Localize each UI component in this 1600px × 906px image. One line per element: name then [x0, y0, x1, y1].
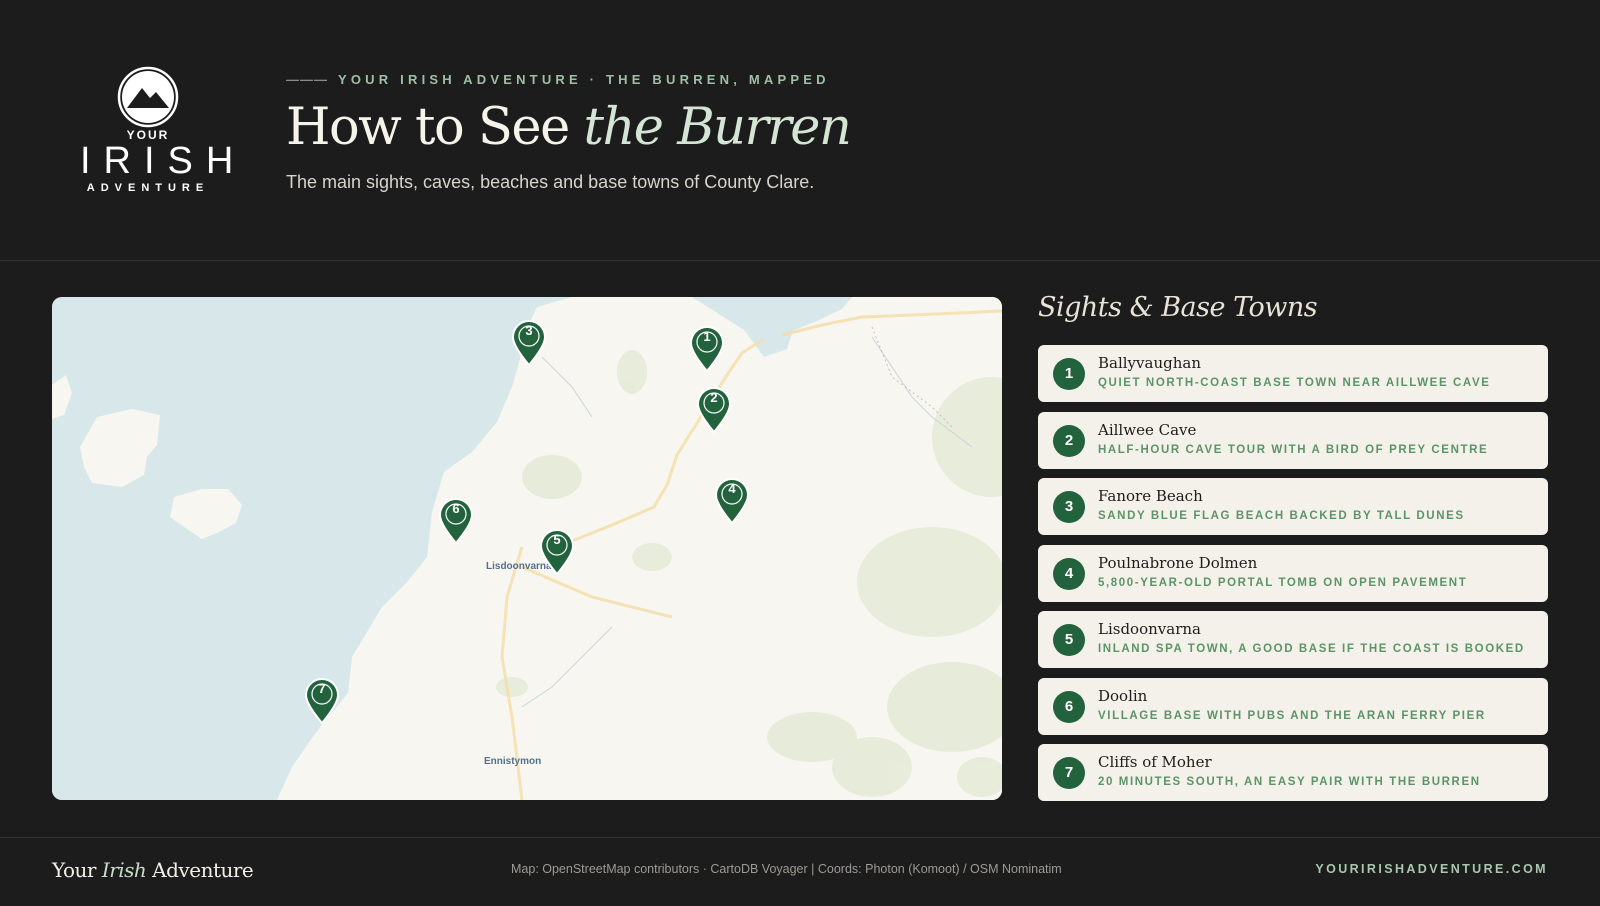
item-description: 5,800-year-old portal tomb on open pavem… [1098, 576, 1468, 589]
item-description: Village base with pubs and the Aran ferr… [1098, 709, 1486, 722]
item-description: Sandy Blue Flag beach backed by tall dun… [1098, 510, 1465, 522]
item-name: Lisdoonvarna [1098, 620, 1201, 638]
list-item[interactable]: 7 Cliffs of Moher 20 minutes south, an e… [1038, 744, 1548, 801]
item-name: Ballyvaughan [1098, 354, 1201, 372]
list-item[interactable]: 3 Fanore Beach Sandy Blue Flag beach bac… [1038, 478, 1548, 535]
map-pin-number: 3 [525, 323, 533, 338]
title-plain: How to See [286, 98, 584, 157]
brand-part: Your [52, 858, 102, 882]
eyebrow-dash: ——— [286, 72, 328, 87]
map-pin-4[interactable]: 4 [714, 477, 750, 525]
item-name: Cliffs of Moher [1098, 753, 1212, 771]
item-number-badge: 5 [1053, 624, 1085, 656]
map-pin-1[interactable]: 1 [689, 325, 725, 373]
item-number-badge: 2 [1053, 424, 1085, 457]
eyebrow-text: YOUR IRISH ADVENTURE · THE BURREN, MAPPE… [338, 72, 830, 87]
map-pin-number: 4 [728, 481, 736, 496]
map-pin-7[interactable]: 7 [304, 677, 340, 725]
item-number-badge: 4 [1053, 557, 1085, 590]
map-pin-2[interactable]: 2 [696, 386, 732, 434]
item-number-badge: 1 [1053, 358, 1085, 390]
brand-logo[interactable]: YOUR IRISH ADVENTURE [70, 66, 247, 196]
item-description: 20 minutes south, an easy pair with the … [1098, 776, 1481, 788]
item-name: Doolin [1098, 686, 1148, 705]
logo-line-irish: IRISH [80, 140, 247, 182]
item-number-badge: 7 [1053, 757, 1085, 789]
footer: Your Irish Adventure Map: OpenStreetMap … [0, 837, 1600, 906]
item-description: Quiet north-coast base town near Aillwee… [1098, 377, 1491, 389]
list-item[interactable]: 6 Doolin Village base with pubs and the … [1038, 677, 1548, 735]
list-item[interactable]: 5 Lisdoonvarna Inland spa town, a good b… [1038, 611, 1548, 668]
map-pin-3[interactable]: 3 [511, 319, 547, 367]
brand-part-italic: Irish [101, 858, 147, 882]
list-item[interactable]: 2 Aillwee Cave Half-hour cave tour with … [1038, 411, 1548, 469]
map-pin-number: 2 [710, 390, 718, 405]
map-pin-5[interactable]: 5 [539, 528, 575, 576]
page-title: How to See the Burren [286, 98, 852, 157]
footer-brand[interactable]: Your Irish Adventure [52, 858, 254, 882]
list-item[interactable]: 1 Ballyvaughan Quiet north-coast base to… [1038, 345, 1548, 402]
map-pin-6[interactable]: 6 [438, 497, 474, 545]
logo-line-adventure: ADVENTURE [86, 182, 210, 194]
map-pin-number: 6 [452, 501, 460, 516]
sights-list: 1 Ballyvaughan Quiet north-coast base to… [1038, 345, 1548, 811]
map-pin-number: 5 [553, 532, 561, 547]
map[interactable]: Lisdoonvarna Ennistymon 1 2 3 4 5 6 7 [52, 297, 1002, 800]
map-pin-number: 7 [318, 681, 326, 696]
map-canvas[interactable] [52, 297, 1002, 800]
item-description: Half-hour cave tour with a bird of prey … [1098, 443, 1489, 456]
item-name: Fanore Beach [1098, 487, 1203, 505]
brand-part: Adventure [146, 858, 254, 882]
eyebrow: ——— YOUR IRISH ADVENTURE · THE BURREN, MA… [286, 72, 830, 87]
item-name: Poulnabrone Dolmen [1098, 553, 1258, 572]
list-item[interactable]: 4 Poulnabrone Dolmen 5,800-year-old port… [1038, 544, 1548, 602]
item-number-badge: 6 [1053, 690, 1085, 723]
header: YOUR IRISH ADVENTURE ——— YOUR IRISH ADVEN… [0, 0, 1600, 261]
mountain-icon [117, 66, 179, 128]
map-label-ennistymon: Ennistymon [484, 756, 542, 767]
item-number-badge: 3 [1053, 491, 1085, 523]
panel-title: Sights & Base Towns [1038, 292, 1318, 323]
item-description: Inland spa town, a good base if the coas… [1098, 643, 1525, 655]
map-pin-number: 1 [703, 329, 711, 344]
item-name: Aillwee Cave [1098, 420, 1197, 439]
site-link[interactable]: YOURIRISHADVENTURE.COM [1315, 862, 1548, 876]
map-credit: Map: OpenStreetMap contributors · CartoD… [511, 862, 1062, 876]
page-subtitle: The main sights, caves, beaches and base… [286, 172, 815, 192]
title-italic: the Burren [583, 98, 851, 157]
